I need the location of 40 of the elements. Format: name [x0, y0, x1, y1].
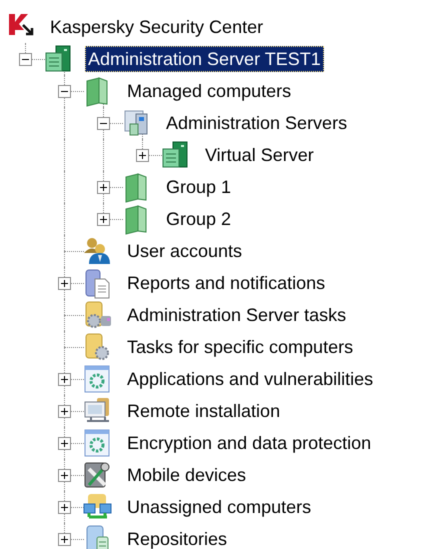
tree-item[interactable]: Administration Servers: [163, 110, 350, 136]
expand-toggle[interactable]: [97, 181, 110, 194]
tree-item[interactable]: Repositories: [124, 526, 230, 549]
tree-item[interactable]: Applications and vulnerabilities: [124, 366, 376, 392]
logo-icon: [8, 13, 34, 37]
gear-folder-icon: [83, 333, 111, 361]
expand-toggle[interactable]: [58, 533, 71, 546]
expand-toggle[interactable]: [19, 53, 32, 66]
servers-icon: [122, 109, 150, 137]
tree-item[interactable]: Managed computers: [124, 78, 294, 104]
expand-toggle[interactable]: [58, 501, 71, 514]
expand-toggle[interactable]: [97, 213, 110, 226]
server-icon: [161, 141, 189, 169]
tree-item[interactable]: Kaspersky Security Center: [47, 14, 266, 40]
tree-item[interactable]: Group 1: [163, 174, 234, 200]
expand-toggle[interactable]: [58, 373, 71, 386]
users-icon: [83, 237, 111, 265]
expand-toggle[interactable]: [58, 405, 71, 418]
tree-item[interactable]: Unassigned computers: [124, 494, 314, 520]
expand-toggle[interactable]: [58, 85, 71, 98]
tree-item[interactable]: User accounts: [124, 238, 246, 264]
server-icon: [44, 45, 72, 73]
expand-toggle[interactable]: [58, 277, 71, 290]
gear-window-icon: [83, 429, 111, 457]
tree-item[interactable]: Virtual Server: [202, 142, 317, 168]
network-icon: [83, 493, 113, 521]
tree-item[interactable]: Reports and notifications: [124, 270, 328, 296]
tree-item[interactable]: Group 2: [163, 206, 234, 232]
gears-icon: [83, 301, 113, 329]
expand-toggle[interactable]: [97, 117, 110, 130]
tree-item[interactable]: Tasks for specific computers: [124, 334, 356, 360]
expand-toggle[interactable]: [58, 469, 71, 482]
tree-item[interactable]: Encryption and data protection: [124, 430, 374, 456]
expand-toggle[interactable]: [58, 437, 71, 450]
gear-window-icon: [83, 365, 111, 393]
expand-toggle[interactable]: [136, 149, 149, 162]
tree-item[interactable]: Mobile devices: [124, 462, 250, 488]
tree-item[interactable]: Remote installation: [124, 398, 284, 424]
tree-item[interactable]: Administration Server TEST1: [85, 46, 324, 72]
tree-item[interactable]: Administration Server tasks: [124, 302, 350, 328]
